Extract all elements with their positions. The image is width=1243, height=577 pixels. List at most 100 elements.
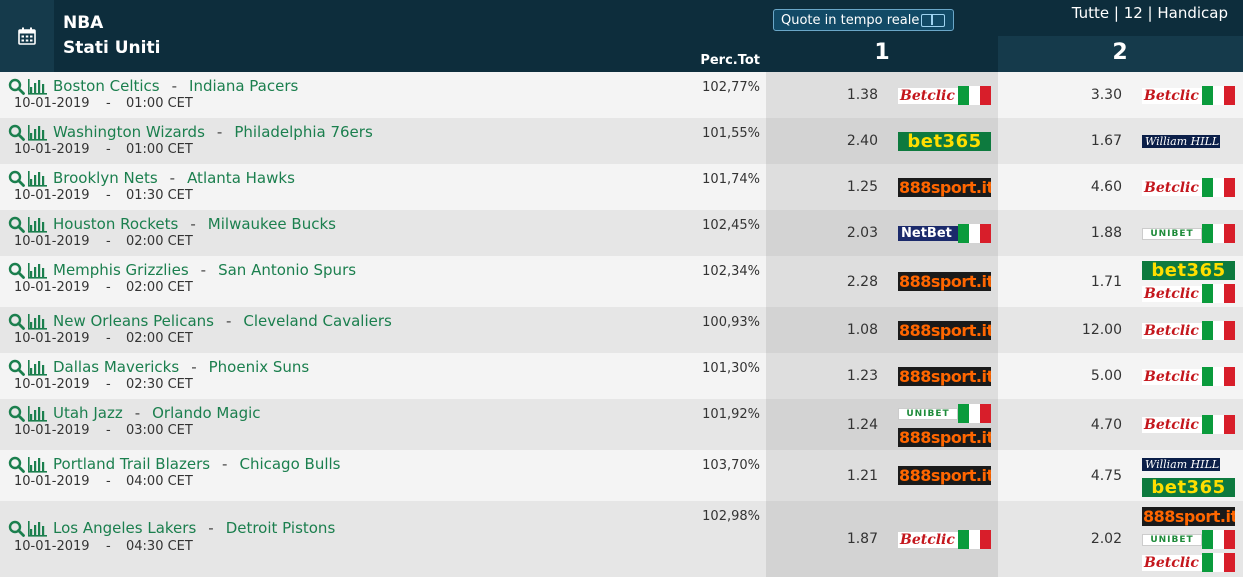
odd-away[interactable]: 1.88 <box>1044 225 1122 241</box>
odd-away[interactable]: 4.70 <box>1044 417 1122 433</box>
payout-percentage: 102,34% <box>702 264 760 279</box>
odd-home[interactable]: 1.38 <box>800 87 878 103</box>
betclic-logo[interactable]: Betclic <box>1142 178 1235 197</box>
odd-home[interactable]: 2.28 <box>800 274 878 290</box>
match-teams: Memphis Grizzlies - San Antonio Spurs <box>8 260 356 280</box>
home-team-link[interactable]: Dallas Mavericks <box>53 358 179 376</box>
odd-away[interactable]: 4.75 <box>1044 468 1122 484</box>
home-team-link[interactable]: Utah Jazz <box>53 404 123 422</box>
betclic-logo[interactable]: Betclic <box>1142 86 1235 105</box>
search-icon[interactable] <box>8 78 25 95</box>
odd-away[interactable]: 1.71 <box>1044 274 1122 290</box>
odd-away[interactable]: 12.00 <box>1044 322 1122 338</box>
stats-chart-icon[interactable] <box>28 262 48 279</box>
odd-home[interactable]: 1.08 <box>800 322 878 338</box>
bet365-logo[interactable]: bet365 <box>1142 261 1235 280</box>
odd-home[interactable]: 1.24 <box>800 417 878 433</box>
search-icon[interactable] <box>8 170 25 187</box>
odd-home[interactable]: 2.40 <box>800 133 878 149</box>
search-icon[interactable] <box>8 456 25 473</box>
888sport-logo[interactable]: 888sport.it <box>898 367 991 386</box>
williamhill-logo[interactable]: William HILL <box>1142 455 1235 474</box>
search-icon[interactable] <box>8 216 25 233</box>
stats-chart-icon[interactable] <box>28 313 48 330</box>
betclic-logo[interactable]: Betclic <box>1142 284 1235 303</box>
888sport-logo[interactable]: 888sport.it <box>898 178 991 197</box>
odd-away[interactable]: 2.02 <box>1044 531 1122 547</box>
search-icon[interactable] <box>8 313 25 330</box>
odd-home[interactable]: 1.87 <box>800 531 878 547</box>
888sport-logo[interactable]: 888sport.it <box>898 321 991 340</box>
odd-away[interactable]: 1.67 <box>1044 133 1122 149</box>
date-separator: - <box>106 142 111 157</box>
calendar-icon[interactable] <box>0 0 54 72</box>
odd-home[interactable]: 1.23 <box>800 368 878 384</box>
toggle-icon[interactable] <box>921 14 945 27</box>
away-team-link[interactable]: Indiana Pacers <box>189 77 298 95</box>
betclic-logo[interactable]: Betclic <box>1142 367 1235 386</box>
betclic-logo[interactable]: Betclic <box>1142 553 1235 572</box>
odd-away[interactable]: 4.60 <box>1044 179 1122 195</box>
888sport-logo[interactable]: 888sport.it <box>898 272 991 291</box>
unibet-logo[interactable]: UNIBET <box>1142 530 1235 549</box>
netbet-logo[interactable]: NetBet <box>898 224 991 243</box>
away-team-link[interactable]: Phoenix Suns <box>209 358 310 376</box>
away-team-link[interactable]: San Antonio Spurs <box>218 261 356 279</box>
home-team-link[interactable]: Memphis Grizzlies <box>53 261 189 279</box>
home-team-link[interactable]: Brooklyn Nets <box>53 169 158 187</box>
betclic-logo[interactable]: Betclic <box>1142 415 1235 434</box>
away-team-link[interactable]: Detroit Pistons <box>226 519 336 537</box>
payout-percentage: 101,92% <box>702 407 760 422</box>
search-icon[interactable] <box>8 520 25 537</box>
home-team-link[interactable]: Boston Celtics <box>53 77 160 95</box>
bet365-logo[interactable]: bet365 <box>898 132 991 151</box>
away-team-link[interactable]: Milwaukee Bucks <box>208 215 336 233</box>
payout-percentage: 101,74% <box>702 172 760 187</box>
search-icon[interactable] <box>8 124 25 141</box>
unibet-logo[interactable]: UNIBET <box>1142 224 1235 243</box>
stats-chart-icon[interactable] <box>28 216 48 233</box>
stats-chart-icon[interactable] <box>28 124 48 141</box>
home-team-link[interactable]: Los Angeles Lakers <box>53 519 196 537</box>
away-team-link[interactable]: Orlando Magic <box>152 404 260 422</box>
away-team-link[interactable]: Atlanta Hawks <box>187 169 295 187</box>
home-team-link[interactable]: Houston Rockets <box>53 215 178 233</box>
stats-chart-icon[interactable] <box>28 520 48 537</box>
search-icon[interactable] <box>8 262 25 279</box>
team-separator: - <box>222 455 228 473</box>
williamhill-logo[interactable]: William HILL <box>1142 132 1235 151</box>
stats-chart-icon[interactable] <box>28 170 48 187</box>
odd-away[interactable]: 5.00 <box>1044 368 1122 384</box>
away-team-link[interactable]: Cleveland Cavaliers <box>243 312 391 330</box>
market-filters[interactable]: Tutte | 12 | Handicap <box>1072 4 1228 22</box>
stats-chart-icon[interactable] <box>28 359 48 376</box>
home-team-link[interactable]: New Orleans Pelicans <box>53 312 214 330</box>
betclic-logo[interactable]: Betclic <box>898 86 991 105</box>
away-team-link[interactable]: Philadelphia 76ers <box>234 123 372 141</box>
betclic-logo[interactable]: Betclic <box>898 530 991 549</box>
stats-chart-icon[interactable] <box>28 78 48 95</box>
search-icon[interactable] <box>8 359 25 376</box>
match-teams: Boston Celtics - Indiana Pacers <box>8 76 298 96</box>
home-team-link[interactable]: Washington Wizards <box>53 123 205 141</box>
888sport-logo[interactable]: 888sport.it <box>1142 507 1235 526</box>
bet365-logo[interactable]: bet365 <box>1142 478 1235 497</box>
realtime-odds-toggle[interactable]: Quote in tempo reale <box>773 9 954 31</box>
payout-percentage: 101,30% <box>702 361 760 376</box>
stats-chart-icon[interactable] <box>28 405 48 422</box>
odd-home[interactable]: 2.03 <box>800 225 878 241</box>
italy-flag-icon <box>958 86 991 105</box>
betclic-logo[interactable]: Betclic <box>1142 321 1235 340</box>
odd-home[interactable]: 1.25 <box>800 179 878 195</box>
search-icon[interactable] <box>8 405 25 422</box>
payout-percentage: 101,55% <box>702 126 760 141</box>
odd-home[interactable]: 1.21 <box>800 468 878 484</box>
away-team-link[interactable]: Chicago Bulls <box>239 455 340 473</box>
stats-chart-icon[interactable] <box>28 456 48 473</box>
odd-away[interactable]: 3.30 <box>1044 87 1122 103</box>
match-date: 10-01-2019 <box>14 234 90 249</box>
888sport-logo[interactable]: 888sport.it <box>898 428 991 447</box>
unibet-logo[interactable]: UNIBET <box>898 404 991 423</box>
888sport-logo[interactable]: 888sport.it <box>898 466 991 485</box>
home-team-link[interactable]: Portland Trail Blazers <box>53 455 210 473</box>
